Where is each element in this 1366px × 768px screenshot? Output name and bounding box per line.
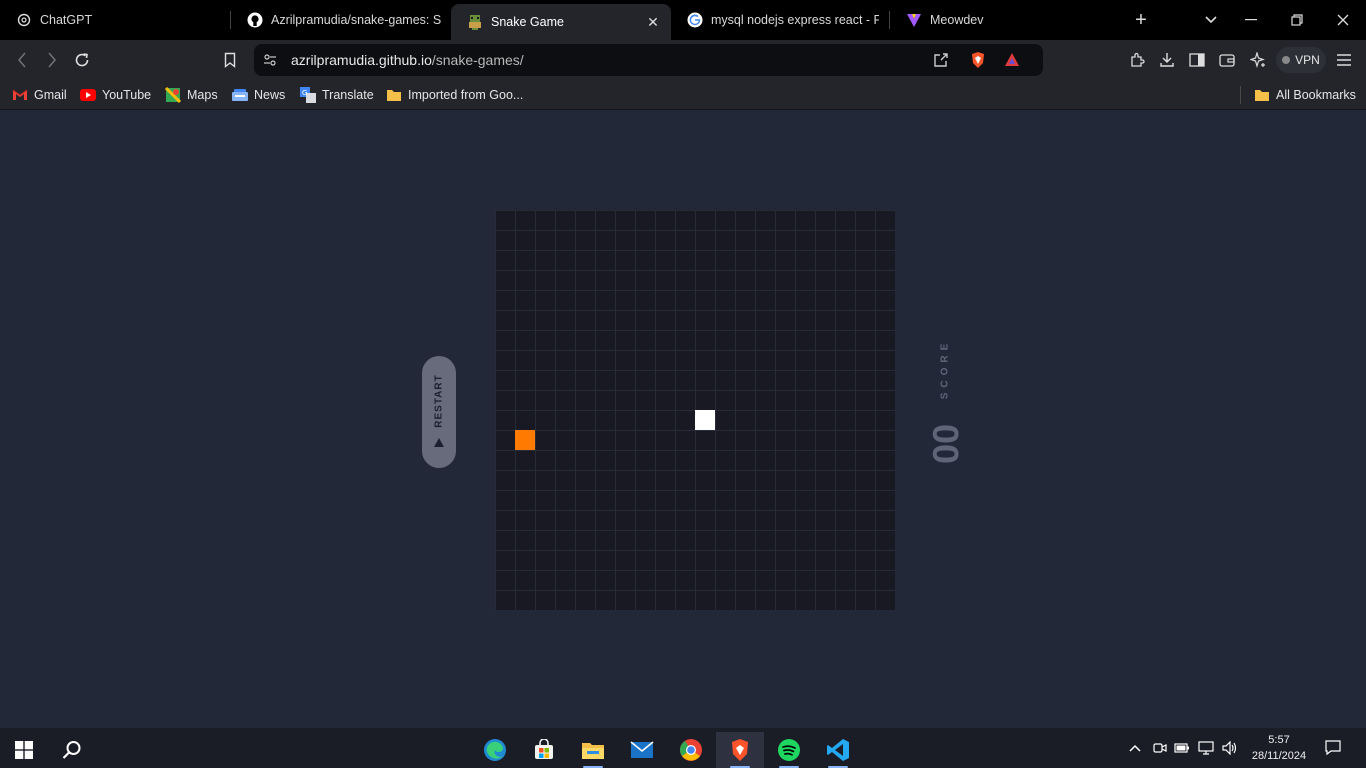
share-icon[interactable]	[932, 51, 950, 69]
close-window-button[interactable]	[1320, 0, 1366, 40]
tab-strip: ChatGPT Azrilpramudia/snake-games: Snake…	[0, 0, 1366, 40]
tab-snake-game[interactable]: Snake Game ✕	[451, 4, 671, 40]
score-value: 00	[925, 423, 966, 465]
bookmarks-bar: Gmail YouTube Maps News G Translate Impo…	[0, 80, 1366, 110]
bookmarks-separator	[1240, 86, 1241, 104]
extensions-icon[interactable]	[1125, 48, 1149, 72]
menu-icon[interactable]	[1332, 48, 1356, 72]
bookmark-youtube[interactable]: YouTube	[80, 86, 151, 104]
forward-button[interactable]	[40, 48, 64, 72]
tab-search-chevron-icon[interactable]	[1198, 0, 1224, 40]
bookmark-label: Imported from Goo...	[408, 88, 524, 102]
restore-button[interactable]	[1274, 0, 1320, 40]
system-clock[interactable]: 5:57 28/11/2024	[1244, 732, 1314, 766]
search-icon[interactable]	[52, 732, 92, 768]
network-icon[interactable]	[1196, 728, 1216, 768]
vpn-button[interactable]: VPN	[1276, 47, 1326, 73]
close-tab-icon[interactable]: ✕	[645, 14, 661, 30]
bookmark-maps[interactable]: Maps	[165, 86, 218, 104]
snake-head	[695, 410, 715, 430]
store-icon[interactable]	[524, 732, 564, 768]
brave-shields-icon[interactable]	[968, 50, 988, 70]
tab-github[interactable]: Azrilpramudia/snake-games: Snake	[231, 0, 451, 40]
notifications-icon[interactable]	[1320, 728, 1346, 768]
bookmark-label: Gmail	[34, 88, 67, 102]
file-explorer-icon[interactable]	[573, 732, 613, 768]
bookmark-translate[interactable]: G Translate	[300, 86, 374, 104]
minimize-button[interactable]	[1228, 0, 1274, 40]
all-bookmarks-button[interactable]: All Bookmarks	[1254, 86, 1356, 104]
chrome-icon[interactable]	[671, 732, 711, 768]
back-button[interactable]	[10, 48, 34, 72]
new-tab-button[interactable]: +	[1128, 0, 1154, 40]
spotify-icon[interactable]	[769, 732, 809, 768]
brave-browser-icon[interactable]	[716, 732, 764, 768]
url-path: /snake-games/	[431, 52, 524, 68]
restart-label: RESTART	[433, 374, 445, 428]
site-settings-icon[interactable]	[262, 52, 278, 68]
clock-time: 5:57	[1268, 734, 1290, 746]
tab-chatgpt[interactable]: ChatGPT	[0, 0, 230, 40]
window-controls	[1228, 0, 1366, 40]
tab-meowdev[interactable]: Meowdev	[890, 0, 1105, 40]
brave-rewards-icon[interactable]	[1002, 50, 1022, 70]
bookmark-folder-imported[interactable]: Imported from Goo...	[386, 86, 523, 104]
vscode-icon[interactable]	[818, 732, 858, 768]
bookmark-page-icon[interactable]	[218, 48, 242, 72]
page-content: RESTART SCORE 00	[0, 111, 1366, 728]
url-host: azrilpramudia.github.io	[291, 52, 432, 68]
food-item	[515, 430, 535, 450]
folder-icon	[1254, 87, 1270, 103]
reload-button[interactable]	[70, 48, 94, 72]
volume-icon[interactable]	[1219, 728, 1241, 768]
meet-now-icon[interactable]	[1150, 728, 1170, 768]
meowdev-icon	[906, 12, 922, 28]
tab-label: ChatGPT	[40, 13, 93, 27]
address-bar[interactable]: azrilpramudia.github.io/snake-games/	[254, 44, 1043, 76]
bookmark-news[interactable]: News	[232, 86, 285, 104]
chatgpt-icon	[16, 12, 32, 28]
battery-icon[interactable]	[1172, 728, 1192, 768]
bookmark-label: Maps	[187, 88, 218, 102]
score-label: SCORE	[939, 338, 951, 400]
wallet-icon[interactable]	[1215, 48, 1239, 72]
bookmark-label: Translate	[322, 88, 374, 102]
translate-icon: G	[300, 87, 316, 103]
taskbar	[0, 728, 1366, 768]
maps-icon	[165, 87, 181, 103]
bookmark-gmail[interactable]: Gmail	[12, 86, 67, 104]
show-hidden-icons-chevron-icon[interactable]	[1124, 728, 1146, 768]
sidebar-icon[interactable]	[1185, 48, 1209, 72]
snake-favicon	[467, 14, 483, 30]
tab-google-search[interactable]: mysql nodejs express react - Penelusuran	[671, 0, 889, 40]
svg-text:G: G	[302, 89, 307, 97]
edge-icon[interactable]	[475, 732, 515, 768]
mail-icon[interactable]	[622, 732, 662, 768]
game-board[interactable]	[495, 210, 895, 610]
vpn-status-dot	[1282, 56, 1291, 64]
restart-button[interactable]: RESTART	[422, 356, 456, 468]
downloads-icon[interactable]	[1155, 48, 1179, 72]
clock-date: 28/11/2024	[1251, 750, 1307, 762]
google-icon	[687, 12, 703, 28]
folder-icon	[386, 87, 402, 103]
leo-ai-icon[interactable]	[1246, 48, 1270, 72]
tab-label: Snake Game	[491, 15, 564, 29]
vpn-label: VPN	[1295, 53, 1320, 67]
news-icon	[232, 87, 248, 103]
youtube-icon	[80, 87, 96, 103]
tab-label: Azrilpramudia/snake-games: Snake	[271, 13, 441, 27]
gmail-icon	[12, 87, 28, 103]
all-bookmarks-label: All Bookmarks	[1276, 88, 1356, 102]
bookmark-label: News	[254, 88, 286, 102]
tab-label: mysql nodejs express react - Penelusuran	[711, 13, 879, 27]
url-text: azrilpramudia.github.io/snake-games/	[291, 52, 524, 68]
start-button[interactable]	[4, 732, 44, 768]
arrow-up-icon	[434, 438, 444, 447]
bookmark-label: YouTube	[102, 88, 152, 102]
github-icon	[247, 12, 263, 28]
tab-label: Meowdev	[930, 13, 984, 27]
